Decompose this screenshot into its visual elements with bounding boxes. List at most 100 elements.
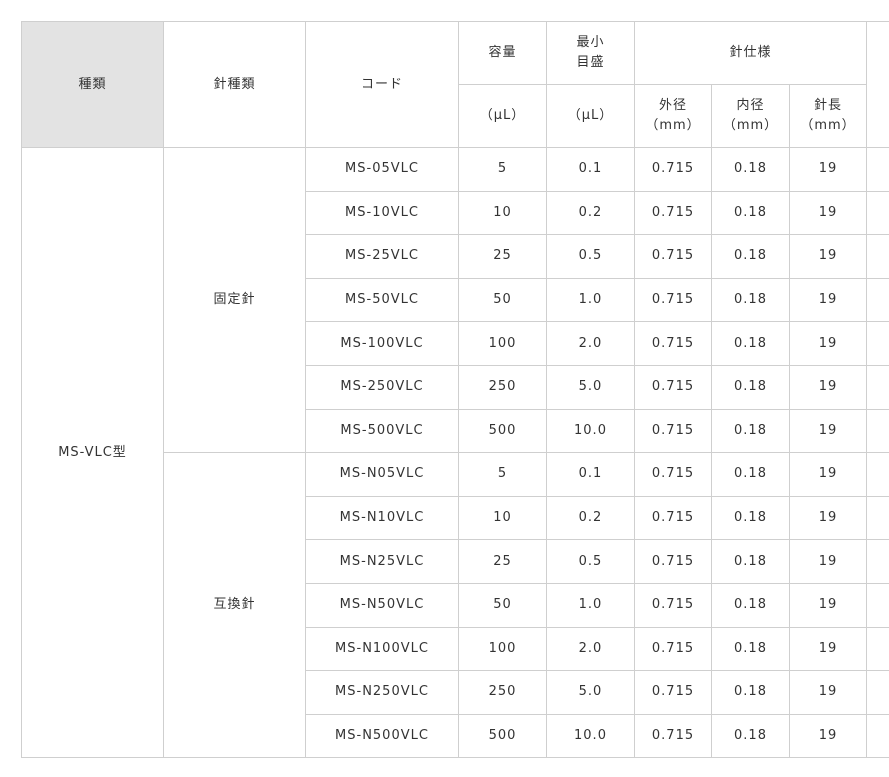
needle-len-cell: 19 [788,364,868,410]
table-row: MS-VLC型 固定針 MS-05VLC 5 0.1 0.715 0.18 19 [21,146,889,759]
header-min-scale-unit: （μL） [546,84,635,148]
capacity-cell: 500 [458,713,547,759]
header-code: コード [305,21,459,148]
code-cell: MS-05VLC [305,147,459,192]
needle-len-cell: 19 [788,582,868,628]
code-cell: MS-N50VLC [305,582,459,628]
min-scale-cell: 0.1 [546,452,635,497]
min-scale-cell: 0.5 [546,539,635,584]
header-inner-dia-label: 内径 [736,98,765,113]
capacity-cell: 5 [458,147,547,192]
code-cell: MS-10VLC [305,190,459,236]
code-cell: MS-100VLC [305,321,459,366]
inner-dia-cell: 0.18 [711,147,790,192]
header-extra-column [866,21,889,148]
needle-len-cell: 19 [788,234,868,279]
outer-dia-cell: 0.715 [634,190,712,236]
type-cell: MS-VLC型 [21,146,164,759]
capacity-cell: 500 [458,408,547,454]
inner-dia-cell: 0.18 [711,321,790,366]
header-min-scale: 最小 目盛 [546,21,635,85]
needle-len-cell: 19 [788,626,868,672]
needle-len-cell: 19 [788,539,868,584]
code-cell: MS-25VLC [305,234,459,279]
min-scale-cell: 1.0 [546,582,635,628]
extra-cell [866,190,889,236]
header-type: 種類 [21,21,164,148]
inner-dia-cell: 0.18 [711,277,790,323]
code-cell: MS-500VLC [305,408,459,454]
header-min-scale-line2: 目盛 [576,55,605,70]
header-capacity: 容量 [458,21,547,85]
extra-cell [866,408,889,454]
inner-dia-cell: 0.18 [711,539,790,584]
outer-dia-cell: 0.715 [634,495,712,541]
min-scale-cell: 0.5 [546,234,635,279]
inner-dia-cell: 0.18 [711,364,790,410]
outer-dia-cell: 0.715 [634,364,712,410]
spec-table: 種類 針種類 コード 容量 最小 目盛 針仕様 （μL） （μL） 外径 （mm… [21,21,889,759]
needle-len-cell: 19 [788,713,868,759]
header-needle-type: 針種類 [163,21,306,148]
extra-cell [866,539,889,584]
outer-dia-cell: 0.715 [634,713,712,759]
needle-len-cell: 19 [788,321,868,366]
capacity-cell: 50 [458,582,547,628]
inner-dia-cell: 0.18 [711,670,790,715]
header-needle-len-label: 針長 [814,98,843,113]
inner-dia-cell: 0.18 [711,495,790,541]
extra-cell [866,277,889,323]
extra-cell [866,321,889,366]
min-scale-cell: 5.0 [546,364,635,410]
header-min-scale-line1: 最小 [576,35,605,50]
capacity-cell: 5 [458,452,547,497]
header-capacity-unit: （μL） [458,84,547,148]
code-cell: MS-N100VLC [305,626,459,672]
capacity-cell: 250 [458,670,547,715]
inner-dia-cell: 0.18 [711,452,790,497]
min-scale-cell: 2.0 [546,321,635,366]
code-cell: MS-N500VLC [305,713,459,759]
code-cell: MS-N10VLC [305,495,459,541]
needle-len-cell: 19 [788,408,868,454]
header-needle-len: 針長 （mm） [788,84,868,148]
needle-len-cell: 19 [788,670,868,715]
code-cell: MS-250VLC [305,364,459,410]
header-outer-dia: 外径 （mm） [634,84,712,148]
header-outer-dia-unit: （mm） [645,118,701,133]
outer-dia-cell: 0.715 [634,234,712,279]
capacity-cell: 50 [458,277,547,323]
extra-cell [866,670,889,715]
capacity-cell: 250 [458,364,547,410]
capacity-cell: 100 [458,321,547,366]
inner-dia-cell: 0.18 [711,626,790,672]
header-needle-spec: 針仕様 [633,21,868,85]
outer-dia-cell: 0.715 [634,277,712,323]
capacity-cell: 10 [458,190,547,236]
needle-type-cell: 互換針 [163,452,306,759]
needle-len-cell: 19 [788,277,868,323]
outer-dia-cell: 0.715 [634,582,712,628]
needle-type-cell: 固定針 [163,146,306,454]
extra-cell [866,234,889,279]
min-scale-cell: 10.0 [546,713,635,759]
capacity-cell: 100 [458,626,547,672]
inner-dia-cell: 0.18 [711,234,790,279]
inner-dia-cell: 0.18 [711,713,790,759]
min-scale-cell: 0.1 [546,147,635,192]
code-cell: MS-N05VLC [305,452,459,497]
needle-len-cell: 19 [788,190,868,236]
code-cell: MS-N25VLC [305,539,459,584]
extra-cell [866,626,889,672]
extra-cell [866,452,889,497]
capacity-cell: 10 [458,495,547,541]
extra-cell [866,495,889,541]
header-outer-dia-label: 外径 [658,98,687,113]
header-inner-dia-unit: （mm） [722,118,779,133]
capacity-cell: 25 [458,539,547,584]
min-scale-cell: 0.2 [546,190,635,236]
outer-dia-cell: 0.715 [634,626,712,672]
extra-cell [866,364,889,410]
code-cell: MS-N250VLC [305,670,459,715]
inner-dia-cell: 0.18 [711,582,790,628]
